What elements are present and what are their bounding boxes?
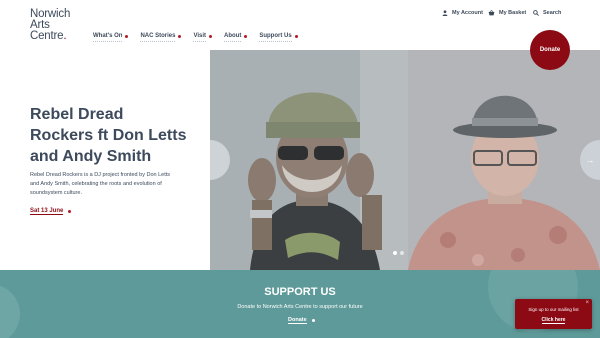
close-icon[interactable]: × [585,300,589,306]
hero-title: Rebel Dread Rockers ft Don Letts and And… [30,106,187,165]
popup-link-label: Click here [541,317,566,324]
hero-text-panel: Rebel Dread Rockers ft Don Letts and And… [0,50,210,270]
site-logo[interactable]: Norwich Arts Centre. [30,8,70,42]
nav-dot-icon [178,34,182,38]
hero-photo-andy-smith [408,50,600,270]
link-dot-icon [311,319,315,322]
arrow-right-icon: → [585,155,595,165]
nav-item-label: Visit [193,33,207,39]
support-us-section: SUPPORT US Donate to Norwich Arts Centre… [0,270,600,338]
main-nav: What's On NAC Stories Visit About Suppor… [93,33,310,42]
hero-carousel: Rebel Dread Rockers ft Don Letts and And… [0,50,600,270]
nav-item-visit[interactable]: Visit [193,33,213,42]
user-icon [442,10,448,16]
donate-button[interactable]: Donate [530,30,570,70]
nav-item-about[interactable]: About [224,33,248,42]
nav-item-label: NAC Stories [140,33,176,39]
mailing-list-popup: × Sign up to our mailing list Click here [515,299,592,329]
carousel-dots [393,251,407,255]
nav-dot-icon [244,34,248,38]
portrait-illustration [210,50,408,270]
logo-line-3: Centre [30,30,64,42]
my-account-link[interactable]: My Account [442,10,483,16]
event-date-label: Sat 13 June [30,208,64,215]
nav-dot-icon [209,34,213,38]
event-date-link[interactable]: Sat 13 June [30,208,72,215]
support-title: SUPPORT US [264,286,336,298]
search-icon [533,10,539,16]
support-donate-label: Donate [288,317,307,324]
my-basket-link[interactable]: My Basket [488,10,526,16]
site-header: Norwich Arts Centre. My Account My Baske… [0,0,600,50]
hero-description: Rebel Dread Rockers is a DJ project fron… [30,172,171,196]
popup-signup-link[interactable]: Click here [515,317,592,324]
search-label: Search [543,10,562,16]
my-basket-label: My Basket [499,10,527,16]
portrait-illustration [408,50,600,270]
nav-item-label: What's On [93,33,123,39]
nav-dot-icon [125,34,129,38]
link-dot-icon [68,210,72,213]
my-account-label: My Account [452,10,483,16]
nav-dot-icon [294,34,298,38]
hero-photo-don-letts [210,50,408,270]
nav-item-support-us[interactable]: Support Us [259,33,298,42]
carousel-dot[interactable] [393,251,397,255]
nav-item-label: About [224,33,242,39]
nav-item-nac-stories[interactable]: NAC Stories [140,33,182,42]
support-donate-link[interactable]: Donate [288,317,315,324]
logo-dot: . [63,30,67,42]
basket-icon [488,10,495,16]
carousel-dot[interactable] [400,251,404,255]
nav-item-whats-on[interactable]: What's On [93,33,129,42]
search-link[interactable]: Search [533,10,561,16]
nav-item-label: Support Us [259,33,292,39]
popup-text: Sign up to our mailing list [528,307,579,312]
support-text: Donate to Norwich Arts Centre to support… [237,304,363,310]
